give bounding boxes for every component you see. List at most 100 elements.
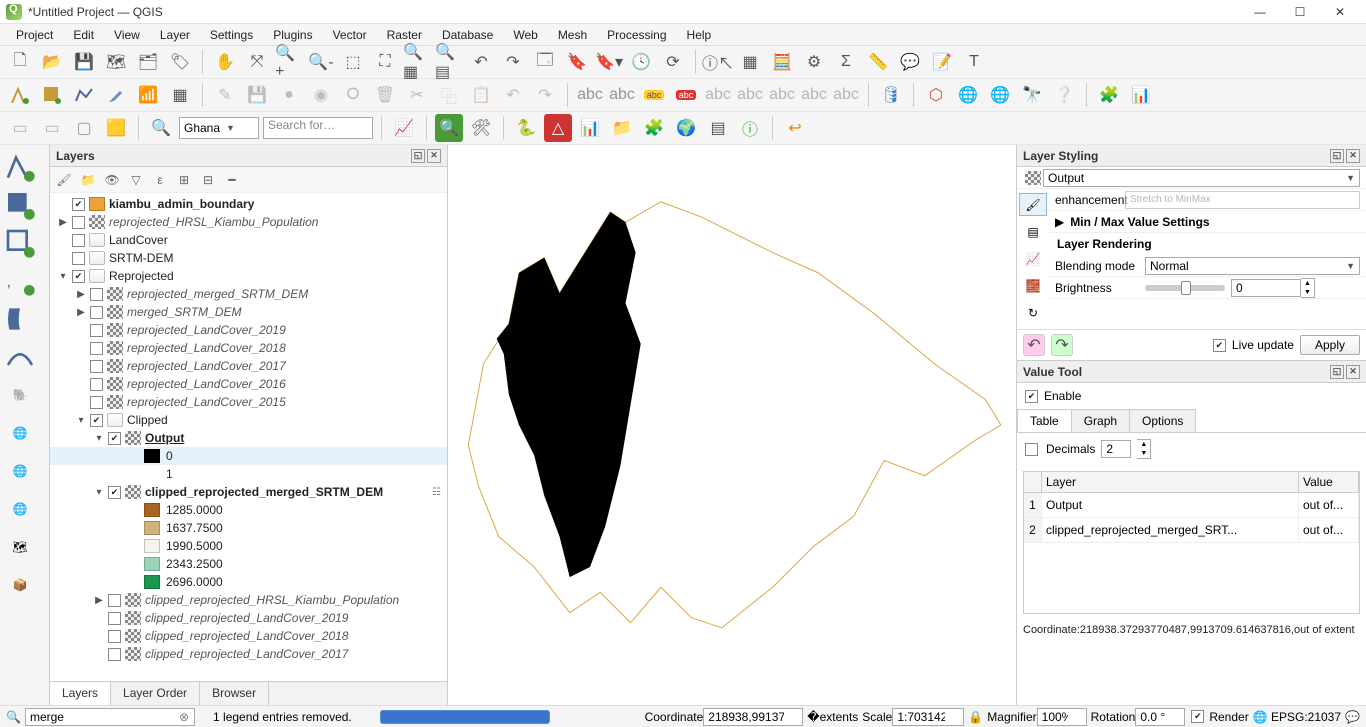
add-raster-icon[interactable] [38,81,66,109]
extents-icon[interactable]: �extents [807,710,858,724]
layer-row[interactable]: 1637.7500 [50,519,447,537]
layout-manager-icon[interactable]: 🗂 [134,48,162,76]
layer-row[interactable]: 1 [50,465,447,483]
osm-icon[interactable]: 🔍 [435,114,463,142]
expander-icon[interactable]: ▶ [74,307,88,318]
expand-all-icon[interactable]: ⊞ [174,170,194,190]
menu-processing[interactable]: Processing [597,26,676,44]
visibility-checkbox[interactable] [72,252,85,265]
panel-close-icon[interactable]: ✕ [1346,365,1360,379]
value-row[interactable]: 1Outputout of... [1024,493,1359,518]
move-feature-icon[interactable]: ◉ [307,81,335,109]
layer-row[interactable]: 2343.2500 [50,555,447,573]
identify-icon[interactable]: ⓘ↖ [704,48,732,76]
panel-undock-icon[interactable]: ◱ [1330,365,1344,379]
attribute-table-icon[interactable]: ▦ [736,48,764,76]
chart-icon[interactable]: 📊 [576,114,604,142]
magnifier-input[interactable] [1037,708,1087,726]
transparency-tab-icon[interactable]: ▤ [1019,220,1047,243]
visibility-checkbox[interactable] [108,648,121,661]
zoom-native-icon[interactable]: ⬚ [339,48,367,76]
new-bookmark-icon[interactable]: 🔖 [563,48,591,76]
layer-tree[interactable]: kiambu_admin_boundary▶reprojected_HRSL_K… [50,193,447,681]
brightness-spinner[interactable]: ▲▼ [1301,278,1315,298]
visibility-checkbox[interactable] [90,378,103,391]
plugin2-icon[interactable]: 📊 [1127,81,1155,109]
layer-row[interactable]: reprojected_LandCover_2017 [50,357,447,375]
history-tab-icon[interactable]: ↻ [1019,302,1047,325]
panel-tab[interactable]: Layer Order [111,682,200,705]
remove-layer-icon[interactable]: ━ [222,170,242,190]
info-icon[interactable]: ⓘ [736,114,764,142]
maximize-button[interactable]: ☐ [1280,0,1320,24]
coord-input[interactable] [703,708,803,726]
live-update-checkbox[interactable]: Live update [1211,338,1294,352]
panel-tab[interactable]: Browser [200,682,269,705]
layer-row[interactable]: ▾clipped_reprojected_merged_SRTM_DEM☷ [50,483,447,501]
new-shapefile-icon[interactable] [70,81,98,109]
new-project-icon[interactable]: 🗋 [6,48,34,76]
label-tool1-icon[interactable]: abc [576,81,604,109]
histogram-tab-icon[interactable]: 📈 [1019,247,1047,270]
menu-settings[interactable]: Settings [200,26,263,44]
table-icon[interactable]: ▤ [704,114,732,142]
symbology-tab-icon[interactable]: 🖌 [1019,193,1047,216]
zoom-layer-icon[interactable]: 🔍▤ [435,48,463,76]
expander-icon[interactable]: ▾ [56,271,70,282]
folder-tool-icon[interactable]: 📁 [608,114,636,142]
cut-icon[interactable]: ✂ [403,81,431,109]
rendering-tab-icon[interactable]: 🧱 [1019,275,1047,298]
visibility-checkbox[interactable] [108,612,121,625]
tool-yellow-icon[interactable]: 🛠 [467,114,495,142]
map-canvas[interactable] [448,145,1016,705]
field-calculator-icon[interactable]: 🧮 [768,48,796,76]
label-c-icon[interactable]: abc [768,81,796,109]
style-manager-icon[interactable]: 🏷 [166,48,194,76]
decimals-input[interactable]: 2 [1101,440,1131,458]
decimals-checkbox[interactable] [1025,443,1038,456]
layer-row[interactable]: ▾Output [50,429,447,447]
blending-combo[interactable]: Normal▼ [1145,257,1360,275]
value-tool-tab[interactable]: Options [1129,409,1196,432]
styling-layer-combo[interactable]: Output▼ [1043,169,1360,187]
label-yellow-icon[interactable]: abc [640,81,668,109]
visibility-checkbox[interactable] [90,342,103,355]
panel-close-icon[interactable]: ✕ [1346,149,1360,163]
selectbyexpr-icon[interactable]: ▦ [166,81,194,109]
add-wms-dock-icon[interactable]: 🌐 [4,417,36,449]
styledock-icon[interactable]: 🖌 [54,170,74,190]
add-raster-dock-icon[interactable] [4,189,36,221]
plugin3-icon[interactable]: 🧩 [640,114,668,142]
save-project-icon[interactable]: 💾 [70,48,98,76]
minimize-button[interactable]: — [1240,0,1280,24]
menu-raster[interactable]: Raster [377,26,432,44]
globe1-icon[interactable]: 🌐 [954,81,982,109]
statistics-icon[interactable]: Σ [832,48,860,76]
undo-style-icon[interactable]: ↶ [1023,334,1045,356]
zoom-last-icon[interactable]: ↶ [467,48,495,76]
label-d-icon[interactable]: abc [800,81,828,109]
expander-icon[interactable]: ▾ [74,415,88,426]
visibility-checkbox[interactable] [90,360,103,373]
menu-database[interactable]: Database [432,26,503,44]
annotation-icon[interactable]: 📝 [928,48,956,76]
help-icon[interactable]: ❔ [1050,81,1078,109]
expression-filter-icon[interactable]: ε [150,170,170,190]
visibility-checkbox[interactable] [90,288,103,301]
return-icon[interactable]: ↩ [781,114,809,142]
add-postgis-dock-icon[interactable]: 🐘 [4,379,36,411]
collapse-all-icon[interactable]: ⊟ [198,170,218,190]
locator-input[interactable] [25,708,195,726]
nominatim-icon[interactable]: 🔍 [147,114,175,142]
decimals-spinner[interactable]: ▲▼ [1137,439,1151,459]
layer-row[interactable]: LandCover [50,231,447,249]
save-edits-icon[interactable]: 📶 [134,81,162,109]
layer-row[interactable]: ▶merged_SRTM_DEM [50,303,447,321]
layer-row[interactable]: clipped_reprojected_LandCover_2018 [50,627,447,645]
profile-icon[interactable]: 📈 [390,114,418,142]
visibility-checkbox[interactable] [72,234,85,247]
crs-button[interactable]: 🌐 EPSG:21037 [1253,710,1341,724]
layer-row[interactable]: ▾Clipped [50,411,447,429]
scale-input[interactable] [892,708,964,726]
label-a-icon[interactable]: abc [704,81,732,109]
